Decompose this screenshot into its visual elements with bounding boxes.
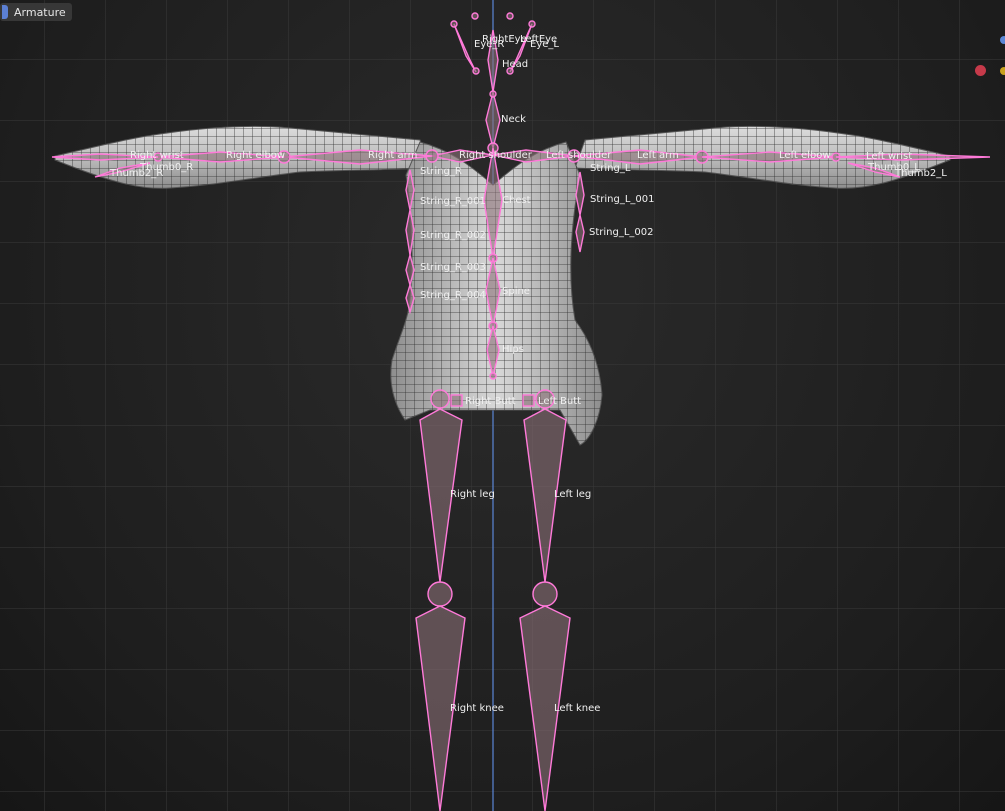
label-string-r-003: String_R_003: [420, 262, 486, 273]
bone-left-butt-shape[interactable]: [522, 394, 535, 407]
label-hips: Hips: [502, 344, 524, 355]
gizmo-x-axis-icon[interactable]: [975, 65, 986, 76]
bone-left-knee-joint[interactable]: [532, 581, 558, 607]
3d-viewport[interactable]: Head Neck Eye_R Eye_L RightEye LeftEye C…: [0, 0, 1005, 811]
label-spine: Spine: [502, 286, 530, 297]
label-string-l-001: String_L_001: [590, 194, 655, 205]
armature-object-icon: [2, 5, 8, 19]
label-right-wrist: Right wrist: [130, 150, 184, 161]
label-left-butt: Left Butt: [538, 396, 581, 407]
label-thumb0-r: Thumb0_R: [139, 162, 193, 173]
label-string-r: String_R: [420, 166, 462, 177]
label-string-l-002: String_L_002: [589, 227, 654, 238]
label-left-arm: Left arm: [637, 150, 679, 161]
bone-right-knee-joint[interactable]: [427, 581, 453, 607]
bone-right-butt-shape[interactable]: [450, 394, 463, 407]
label-right-butt: Right Butt: [465, 396, 516, 407]
label-string-r-002: String_R_002: [420, 230, 486, 241]
label-thumb0-l: Thumb0_L: [867, 162, 920, 173]
label-chest: Chest: [502, 195, 531, 206]
bone-right-butt-joint[interactable]: [430, 389, 450, 409]
label-left-eye: LeftEye: [520, 34, 557, 45]
label-right-elbow: Right elbow: [226, 150, 285, 161]
label-left-elbow: Left elbow: [779, 150, 831, 161]
bone-head-joint[interactable]: [471, 12, 479, 20]
viewport-canvas[interactable]: Head Neck Eye_R Eye_L RightEye LeftEye C…: [0, 0, 1005, 811]
bone-hips-tail[interactable]: [489, 372, 497, 380]
label-left-wrist: Left wrist: [866, 151, 912, 162]
label-left-knee: Left knee: [554, 703, 600, 714]
label-string-r-001: String_R_001: [420, 196, 486, 207]
label-head: Head: [502, 59, 528, 70]
label-left-shoulder: Left shoulder: [546, 150, 612, 161]
bone-head-joint3[interactable]: [450, 20, 458, 28]
label-string-r-004: String_R_004: [420, 290, 486, 301]
label-neck: Neck: [501, 114, 526, 125]
active-object-name: Armature: [14, 5, 66, 19]
gizmo-z-axis-icon[interactable]: [1000, 67, 1005, 75]
bone-head-joint2[interactable]: [506, 12, 514, 20]
label-right-knee: Right knee: [450, 703, 504, 714]
label-string-l: String_L: [590, 163, 631, 174]
bone-head-joint4[interactable]: [528, 20, 536, 28]
bone-neck-joint[interactable]: [489, 90, 497, 98]
label-right-shoulder: Right shoulder: [459, 150, 533, 161]
bone-head-joint5[interactable]: [472, 67, 480, 75]
label-right-leg: Right leg: [450, 489, 495, 500]
label-left-leg: Left leg: [554, 489, 591, 500]
label-right-arm: Right arm: [368, 150, 417, 161]
gizmo-y-axis-icon[interactable]: [1000, 36, 1005, 44]
active-object-tag[interactable]: Armature: [0, 3, 72, 21]
